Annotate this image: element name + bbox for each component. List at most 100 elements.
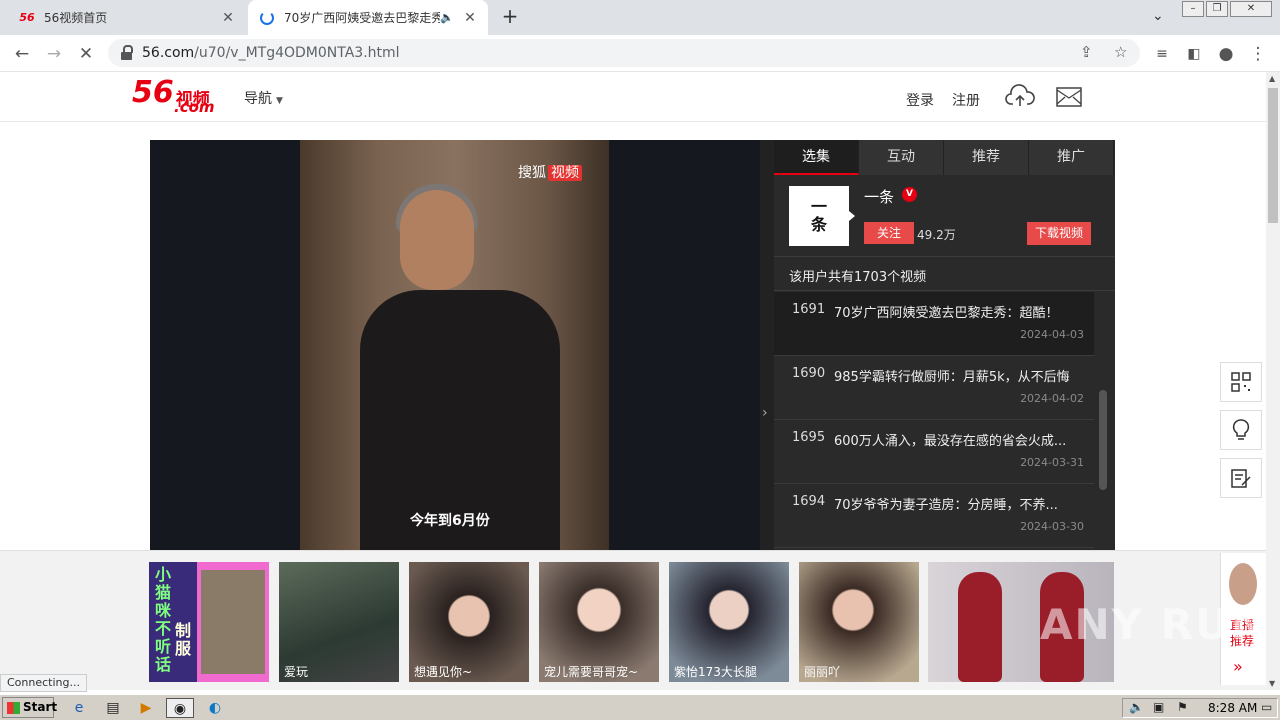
idea-button[interactable] <box>1220 410 1262 450</box>
live-avatar <box>1229 563 1257 605</box>
video-player[interactable]: 搜狐 视频 今年到6月份 <box>150 140 760 550</box>
qr-code-button[interactable] <box>1220 362 1262 402</box>
anyrun-watermark: ANY RUN <box>1040 600 1269 649</box>
loading-spinner-icon <box>258 10 276 25</box>
folder-icon[interactable]: ▤ <box>102 698 124 718</box>
stop-loading-icon[interactable]: ✕ <box>74 42 98 66</box>
video-subtitle: 今年到6月份 <box>410 513 490 529</box>
page-scrollbar[interactable]: ▲ ▼ <box>1266 72 1280 690</box>
ad-banner[interactable]: 小猫咪不听话 制服 <box>149 562 269 682</box>
network-icon[interactable]: ▣ <box>1153 700 1164 714</box>
nav-dropdown[interactable]: 导航 ▼ <box>244 88 283 108</box>
tab-title: 70岁广西阿姨受邀去巴黎走秀 <box>284 11 441 25</box>
share-icon[interactable]: ⇪ <box>1080 43 1093 61</box>
media-player-icon[interactable]: ▶ <box>135 698 157 718</box>
lock-icon <box>120 45 134 61</box>
panel-tabs: 选集 互动 推荐 推广 <box>774 140 1115 175</box>
ad-card[interactable]: 宠儿需要哥哥宠~ <box>539 562 659 682</box>
follow-button[interactable]: 关注 <box>864 222 914 244</box>
ie-icon[interactable]: e <box>68 698 90 718</box>
tab-search-chevron-icon[interactable]: ⌄ <box>1152 8 1164 24</box>
ad-card[interactable]: 紫怡173大长腿 <box>669 562 789 682</box>
tab-close-icon[interactable]: ✕ <box>462 10 478 26</box>
notification-icon[interactable]: ▭ <box>1261 700 1272 714</box>
bookmark-star-icon[interactable]: ☆ <box>1114 43 1127 61</box>
qr-code-icon <box>1231 372 1251 392</box>
side-panel-icon[interactable]: ◧ <box>1182 42 1206 66</box>
url-text[interactable]: 56.com/u70/v_MTg4ODM0NTA3.html <box>142 45 400 61</box>
lightbulb-icon <box>1232 419 1250 440</box>
upload-cloud-icon[interactable] <box>1005 84 1035 110</box>
tab-promote[interactable]: 推广 <box>1029 140 1114 175</box>
video-count-text: 该用户共有1703个视频 <box>789 270 927 285</box>
tab-56-home[interactable]: 56 56视频首页 ✕ <box>8 0 246 35</box>
flag-icon[interactable]: ⚑ <box>1177 700 1188 714</box>
minimize-button[interactable]: – <box>1182 1 1204 17</box>
media-control-icon[interactable]: ≡ <box>1150 42 1174 66</box>
video-list-item[interactable]: 1690 985学霸转行做厨师：月薪5k，从不后悔 2024-04-02 <box>774 356 1094 420</box>
video-list-item[interactable]: 1691 70岁广西阿姨受邀去巴黎走秀：超酷！ 2024-04-03 <box>774 292 1094 356</box>
login-link[interactable]: 登录 <box>906 90 934 110</box>
scrollbar-thumb[interactable] <box>1268 88 1278 223</box>
feedback-button[interactable] <box>1220 458 1262 498</box>
new-tab-button[interactable]: + <box>499 6 521 28</box>
mail-envelope-icon[interactable] <box>1056 87 1082 107</box>
windows-logo-icon <box>7 702 20 714</box>
tab-interact[interactable]: 互动 <box>859 140 944 175</box>
tab-current-video[interactable]: 70岁广西阿姨受邀去巴黎走秀 🔈 ✕ <box>248 0 488 35</box>
profile-avatar-icon[interactable]: ● <box>1214 42 1238 66</box>
scroll-down-icon: ▼ <box>1269 679 1276 688</box>
ad-photo <box>958 572 1002 682</box>
tab-close-icon[interactable]: ✕ <box>220 10 236 26</box>
back-arrow-icon[interactable]: ← <box>10 42 34 66</box>
status-bubble: Connecting... <box>0 674 87 692</box>
edge-icon[interactable]: ◐ <box>204 698 226 718</box>
taskbar: Start e ▤ ▶ ◉ ◐ 🔈 ▣ ⚑ ▭ 8:28 AM <box>0 694 1280 720</box>
window-controls: – ❐ ✕ <box>1182 1 1272 17</box>
author-avatar[interactable]: 一条 <box>789 186 855 246</box>
verified-badge-icon: V <box>902 187 917 202</box>
video-list-item[interactable]: 1694 70岁爷爷为妻子造房：分房睡，不养... 2024-03-30 <box>774 484 1094 548</box>
video-list: 1691 70岁广西阿姨受邀去巴黎走秀：超酷！ 2024-04-03 1690 … <box>774 292 1094 548</box>
chrome-icon[interactable]: ◉ <box>166 698 194 718</box>
menu-kebab-icon[interactable]: ⋮ <box>1246 42 1270 66</box>
address-bar[interactable]: 56.com/u70/v_MTg4ODM0NTA3.html ⇪ ☆ <box>108 39 1140 67</box>
divider <box>774 290 1115 291</box>
video-frame <box>300 140 609 550</box>
tab-episodes[interactable]: 选集 <box>774 140 859 175</box>
ad-card[interactable]: 爱玩 <box>279 562 399 682</box>
caret-down-icon: ▼ <box>276 96 283 106</box>
download-video-button[interactable]: 下载视频 <box>1027 222 1091 245</box>
start-button[interactable]: Start <box>2 697 57 718</box>
double-chevron-right-icon[interactable]: » <box>1233 657 1243 676</box>
edit-note-icon <box>1231 469 1251 488</box>
volume-icon[interactable]: 🔈 <box>1129 700 1144 714</box>
restore-button[interactable]: ❐ <box>1206 1 1228 17</box>
panel-toggle[interactable]: › <box>760 140 774 550</box>
chevron-right-icon: › <box>762 405 768 421</box>
browser-tabstrip: 56 56视频首页 ✕ 70岁广西阿姨受邀去巴黎走秀 🔈 ✕ + ⌄ – ❐ ✕ <box>0 0 1280 35</box>
scroll-up-icon: ▲ <box>1269 74 1276 83</box>
panel-scrollbar[interactable] <box>1099 390 1107 490</box>
tab-title: 56视频首页 <box>44 11 108 25</box>
tab-recommend[interactable]: 推荐 <box>944 140 1029 175</box>
episode-panel: 选集 互动 推荐 推广 一条 一条 V 关注 49.2万 下载视频 该用户共有1… <box>774 140 1115 550</box>
fan-count: 49.2万 <box>917 228 956 242</box>
register-link[interactable]: 注册 <box>952 90 980 110</box>
video-person-head <box>400 190 474 290</box>
ad-card[interactable]: 想遇见你~ <box>409 562 529 682</box>
site-logo[interactable]: 56 视频 .com <box>132 78 215 117</box>
site-header: 56 视频 .com 导航 ▼ 登录 注册 <box>0 72 1266 122</box>
ad-photo <box>201 570 265 674</box>
sohu-video-watermark: 搜狐 视频 <box>518 162 582 182</box>
clock: 8:28 AM <box>1208 701 1258 715</box>
browser-toolbar: ← → ✕ 56.com/u70/v_MTg4ODM0NTA3.html ⇪ ☆… <box>0 35 1280 72</box>
site-56-favicon-icon: 56 <box>19 11 35 24</box>
close-window-button[interactable]: ✕ <box>1230 1 1272 17</box>
video-list-item[interactable]: 1695 600万人涌入，最没存在感的省会火成... 2024-03-31 <box>774 420 1094 484</box>
speaker-icon[interactable]: 🔈 <box>440 11 454 24</box>
ad-card[interactable]: 丽丽吖 <box>799 562 919 682</box>
forward-arrow-icon[interactable]: → <box>42 42 66 66</box>
divider <box>774 256 1115 257</box>
author-name[interactable]: 一条 <box>864 186 894 207</box>
